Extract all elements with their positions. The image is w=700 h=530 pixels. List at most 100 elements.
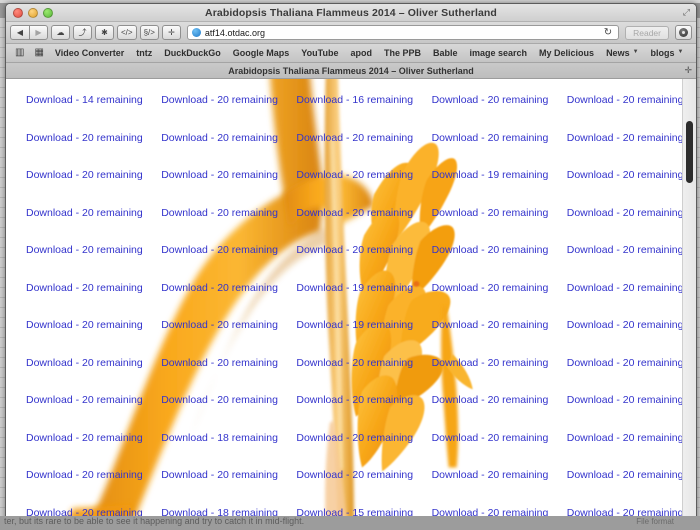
bookmark-swordsman[interactable]: swordsman [689,49,696,58]
download-link[interactable]: Download - 20 remaining [432,433,549,444]
download-link[interactable]: Download - 20 remaining [432,245,549,256]
tab-active[interactable]: Arabidopsis Thaliana Flammeus 2014 – Oli… [228,66,474,76]
sidebar-toggle-icon[interactable]: ▥ [10,48,29,58]
fullscreen-icon[interactable]: ⤢ [683,7,690,18]
tab-bar: Arabidopsis Thaliana Flammeus 2014 – Oli… [6,63,696,79]
page-scroll-thumb[interactable] [686,121,693,183]
download-link[interactable]: Download - 20 remaining [296,208,413,219]
page-scrollbar[interactable] [682,79,696,528]
download-link[interactable]: Download - 20 remaining [432,208,549,219]
download-link[interactable]: Download - 20 remaining [296,470,413,481]
bookmark-folder-news[interactable]: News▼ [600,49,644,58]
download-link[interactable]: Download - 20 remaining [26,208,143,219]
bookmark-tntz[interactable]: tntz [130,49,158,58]
forward-button[interactable]: ▶ [29,25,48,40]
download-link[interactable]: Download - 20 remaining [296,395,413,406]
download-link[interactable]: Download - 20 remaining [161,95,278,106]
download-link[interactable]: Download - 20 remaining [161,320,278,331]
download-link[interactable]: Download - 20 remaining [567,358,682,369]
download-link[interactable]: Download - 19 remaining [296,320,413,331]
download-cell: Download - 20 remaining [412,353,547,371]
download-link[interactable]: Download - 20 remaining [161,170,278,181]
download-link[interactable]: Download - 16 remaining [296,95,413,106]
download-link[interactable]: Download - 20 remaining [296,170,413,181]
icloud-tabs-icon[interactable]: ☁ [51,25,70,40]
download-cell: Download - 20 remaining [6,128,141,146]
bookmark-google-maps[interactable]: Google Maps [227,49,296,58]
download-link[interactable]: Download - 20 remaining [567,283,682,294]
download-link[interactable]: Download - 20 remaining [26,283,143,294]
pin-icon[interactable]: ✱ [95,25,114,40]
download-link[interactable]: Download - 18 remaining [161,433,278,444]
view-source-icon[interactable]: </> [117,25,137,40]
download-link[interactable]: Download - 20 remaining [161,395,278,406]
download-link[interactable]: Download - 20 remaining [567,133,682,144]
page-content: Download - 14 remaining Download - 20 rem… [6,79,682,528]
download-link[interactable]: Download - 20 remaining [161,245,278,256]
download-row: Download - 20 remaining Download - 20 rem… [6,203,682,241]
download-link[interactable]: Download - 20 remaining [161,470,278,481]
download-link[interactable]: Download - 20 remaining [567,170,682,181]
bookmark-label: DuckDuckGo [164,49,221,58]
url-text[interactable]: atf14.otdac.org [205,28,265,38]
download-link[interactable]: Download - 20 remaining [567,433,682,444]
download-link[interactable]: Download - 20 remaining [26,358,143,369]
download-link[interactable]: Download - 20 remaining [26,133,143,144]
download-link[interactable]: Download - 20 remaining [567,208,682,219]
download-link[interactable]: Download - 19 remaining [432,170,549,181]
download-link[interactable]: Download - 20 remaining [26,245,143,256]
download-link[interactable]: Download - 14 remaining [26,95,143,106]
download-link[interactable]: Download - 20 remaining [26,395,143,406]
bookmark-video-converter[interactable]: Video Converter [49,49,130,58]
bookmark-my-delicious[interactable]: My Delicious [533,49,600,58]
share-icon[interactable]: ⤴ [73,25,92,40]
bookmark-folder-blogs[interactable]: blogs▼ [645,49,690,58]
download-link[interactable]: Download - 20 remaining [432,283,549,294]
download-link[interactable]: Download - 20 remaining [567,245,682,256]
address-bar[interactable]: atf14.otdac.org ↻ [187,25,619,40]
reload-icon[interactable]: ↻ [604,27,614,38]
bookmark-image-search[interactable]: image search [464,49,534,58]
navigation-button-group: ◀ ▶ [10,25,48,40]
bookmark-label: Video Converter [55,49,124,58]
reader-button[interactable]: Reader [625,26,669,40]
download-link[interactable]: Download - 20 remaining [161,133,278,144]
download-link[interactable]: Download - 20 remaining [432,133,549,144]
download-cell: Download - 20 remaining [412,203,547,221]
download-link[interactable]: Download - 20 remaining [567,95,682,106]
download-link[interactable]: Download - 20 remaining [26,470,143,481]
bookmark-apod[interactable]: apod [344,49,378,58]
download-link[interactable]: Download - 20 remaining [161,283,278,294]
add-bookmark-icon[interactable]: ✛ [162,25,181,40]
back-button[interactable]: ◀ [10,25,29,40]
download-link[interactable]: Download - 20 remaining [26,170,143,181]
bookmark-label: YouTube [301,49,338,58]
download-cell: Download - 20 remaining [141,165,276,183]
bookmark-youtube[interactable]: YouTube [295,49,344,58]
download-link[interactable]: Download - 20 remaining [161,208,278,219]
new-tab-button[interactable]: ✛ [684,65,692,76]
download-link[interactable]: Download - 20 remaining [432,395,549,406]
download-link[interactable]: Download - 20 remaining [161,358,278,369]
download-cell: Download - 20 remaining [412,428,547,446]
download-link[interactable]: Download - 20 remaining [26,320,143,331]
download-link[interactable]: Download - 20 remaining [296,358,413,369]
download-link[interactable]: Download - 20 remaining [432,470,549,481]
download-link[interactable]: Download - 20 remaining [296,133,413,144]
download-link[interactable]: Download - 19 remaining [296,283,413,294]
download-link[interactable]: Download - 20 remaining [296,245,413,256]
download-link[interactable]: Download - 20 remaining [432,358,549,369]
web-inspector-icon[interactable]: §/> [140,25,159,40]
downloads-button[interactable] [675,25,692,40]
download-link[interactable]: Download - 20 remaining [26,433,143,444]
download-link[interactable]: Download - 20 remaining [432,95,549,106]
bookmark-the-ppb[interactable]: The PPB [378,49,427,58]
bookmark-bable[interactable]: Bable [427,49,464,58]
download-link[interactable]: Download - 20 remaining [567,320,682,331]
download-link[interactable]: Download - 20 remaining [432,320,549,331]
download-link[interactable]: Download - 20 remaining [296,433,413,444]
bookmark-duckduckgo[interactable]: DuckDuckGo [158,49,227,58]
download-link[interactable]: Download - 20 remaining [567,470,682,481]
top-sites-icon[interactable]: ▦ [29,48,48,58]
download-link[interactable]: Download - 20 remaining [567,395,682,406]
